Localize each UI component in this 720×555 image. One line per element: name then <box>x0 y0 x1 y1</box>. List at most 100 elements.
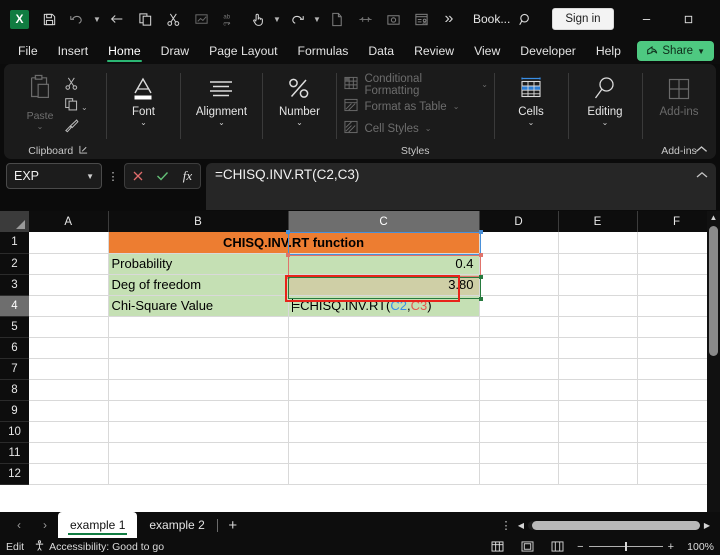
ribbon-collapse-icon[interactable] <box>695 145 708 157</box>
cell-e10[interactable] <box>558 421 638 443</box>
row-header-4[interactable]: 4 <box>0 295 29 317</box>
row-header-9[interactable]: 9 <box>0 400 29 422</box>
row-header-1[interactable]: 1 <box>0 232 29 254</box>
cell-c2[interactable]: 0.4 <box>288 253 480 275</box>
cell-f1[interactable] <box>637 232 717 254</box>
cell-e1[interactable] <box>558 232 638 254</box>
spreadsheet-grid[interactable]: A B C D E F 1 CHISQ.INV.RT function 2 Pr… <box>0 211 720 512</box>
cell-f8[interactable] <box>637 379 717 401</box>
cell-e4[interactable] <box>558 295 638 317</box>
select-all-corner[interactable] <box>0 211 29 232</box>
cell-b6[interactable] <box>108 337 289 359</box>
cell-c5[interactable] <box>288 316 480 338</box>
horizontal-scroll-thumb[interactable] <box>532 520 700 530</box>
cell-c11[interactable] <box>288 442 480 464</box>
row-header-2[interactable]: 2 <box>0 253 29 275</box>
cell-f9[interactable] <box>637 400 717 422</box>
cell-b10[interactable] <box>108 421 289 443</box>
cell-c9[interactable] <box>288 400 480 422</box>
chevron-down-icon[interactable]: ⌄ <box>425 124 432 133</box>
cells-dropdown-icon[interactable]: ⌄ <box>528 118 535 128</box>
copy-icon[interactable] <box>64 95 79 114</box>
cell-f11[interactable] <box>637 442 717 464</box>
number-dropdown-icon[interactable]: ⌄ <box>296 118 303 128</box>
cell-a9[interactable] <box>29 400 109 422</box>
redo-icon[interactable] <box>283 5 311 33</box>
cell-c7[interactable] <box>288 358 480 380</box>
chevron-left-icon[interactable]: ‹ <box>6 513 32 537</box>
cell-c8[interactable] <box>288 379 480 401</box>
sheet-options-icon[interactable]: ⋮ <box>498 519 514 532</box>
tab-formulas[interactable]: Formulas <box>288 38 359 64</box>
cell-a4[interactable] <box>29 295 109 317</box>
font-dropdown-icon[interactable]: ⌄ <box>140 118 147 128</box>
cell-b8[interactable] <box>108 379 289 401</box>
undo-dropdown-icon[interactable]: ▼ <box>91 5 103 33</box>
cell-a10[interactable] <box>29 421 109 443</box>
formula-bar-options-icon[interactable]: ⋮ <box>107 163 119 189</box>
cell-b7[interactable] <box>108 358 289 380</box>
row-header-5[interactable]: 5 <box>0 316 29 338</box>
touch-mode-icon[interactable] <box>243 5 271 33</box>
cell-f4[interactable] <box>637 295 717 317</box>
cell-a12[interactable] <box>29 463 109 485</box>
clipboard-more-icon[interactable]: ⌄ <box>79 103 88 112</box>
zoom-track[interactable] <box>588 542 663 551</box>
cell-a3[interactable] <box>29 274 109 296</box>
close-button[interactable] <box>710 0 720 38</box>
zoom-slider[interactable]: − + <box>577 541 674 553</box>
enter-check-icon[interactable] <box>150 164 175 188</box>
cell-e6[interactable] <box>558 337 638 359</box>
row-header-7[interactable]: 7 <box>0 358 29 380</box>
cells-button[interactable]: Cells ⌄ <box>500 71 562 128</box>
cell-b1[interactable]: CHISQ.INV.RT function <box>108 232 480 254</box>
cell-d4[interactable] <box>479 295 559 317</box>
alignment-dropdown-icon[interactable]: ⌄ <box>218 118 225 128</box>
scroll-left-icon[interactable]: ◀ <box>514 521 528 530</box>
zoom-knob[interactable] <box>624 542 627 551</box>
new-file-icon[interactable] <box>323 5 351 33</box>
cell-f3[interactable] <box>637 274 717 296</box>
sheet-tab-example-1[interactable]: example 1 <box>58 512 138 538</box>
normal-view-icon[interactable] <box>487 541 507 552</box>
cell-e5[interactable] <box>558 316 638 338</box>
tab-review[interactable]: Review <box>404 38 464 64</box>
cell-a5[interactable] <box>29 316 109 338</box>
zoom-out-button[interactable]: − <box>577 541 583 553</box>
row-header-8[interactable]: 8 <box>0 379 29 401</box>
cell-b9[interactable] <box>108 400 289 422</box>
cut-scissors-icon[interactable] <box>64 74 79 93</box>
name-box[interactable]: EXP ▼ <box>6 163 102 189</box>
back-arrow-icon[interactable] <box>103 5 131 33</box>
cell-d2[interactable] <box>479 253 559 275</box>
tab-developer[interactable]: Developer <box>510 38 586 64</box>
insert-function-icon[interactable]: fx <box>175 164 200 188</box>
spelling-abc-icon[interactable]: ab c <box>215 5 243 33</box>
cell-b3[interactable]: Deg of freedom <box>108 274 289 296</box>
cell-styles-button[interactable]: Cell Styles ⌄ <box>344 119 488 138</box>
tab-help[interactable]: Help <box>586 38 631 64</box>
cell-d11[interactable] <box>479 442 559 464</box>
cell-e11[interactable] <box>558 442 638 464</box>
chevron-down-icon[interactable]: ▼ <box>86 172 94 181</box>
dialog-launcher-icon[interactable] <box>79 143 88 159</box>
format-as-table-button[interactable]: Format as Table ⌄ <box>344 97 488 116</box>
formula-bar-expand-icon[interactable] <box>696 171 708 182</box>
zoom-level[interactable]: 100% <box>684 541 714 553</box>
chevron-right-icon[interactable]: › <box>32 513 58 537</box>
cell-d12[interactable] <box>479 463 559 485</box>
cell-d8[interactable] <box>479 379 559 401</box>
cell-c3[interactable]: 3.80 <box>288 274 480 296</box>
tab-insert[interactable]: Insert <box>48 38 98 64</box>
more-commands-icon[interactable]: » <box>435 5 463 33</box>
alignment-button[interactable]: Alignment ⌄ <box>186 71 256 128</box>
font-button[interactable]: Font ⌄ <box>112 71 174 128</box>
cell-d3[interactable] <box>479 274 559 296</box>
cell-f2[interactable] <box>637 253 717 275</box>
cell-a8[interactable] <box>29 379 109 401</box>
sign-in-button[interactable]: Sign in <box>552 8 614 30</box>
addins-button[interactable]: Add-ins <box>648 71 710 118</box>
cell-f6[interactable] <box>637 337 717 359</box>
add-sheet-button[interactable]: + <box>218 513 248 537</box>
cell-b2[interactable]: Probability <box>108 253 289 275</box>
